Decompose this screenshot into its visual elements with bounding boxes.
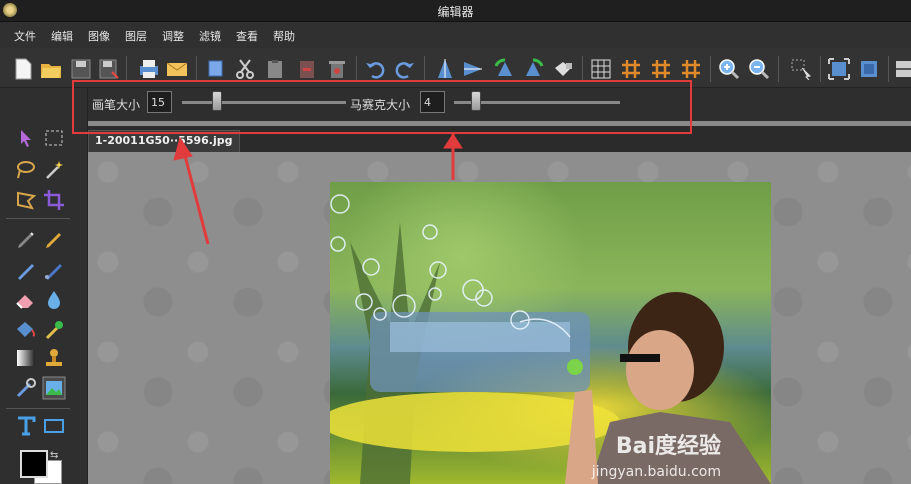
window-title: 编辑器 (437, 5, 474, 19)
title-bar: 编辑器 (0, 0, 911, 22)
annotation-highlight-box (72, 80, 692, 134)
menu-adjust[interactable]: 调整 (162, 28, 184, 44)
redo-icon[interactable] (394, 58, 416, 80)
lasso-icon[interactable] (14, 158, 38, 182)
blur-icon[interactable] (42, 288, 66, 312)
flip-horizontal-icon[interactable] (462, 58, 484, 80)
delete-icon[interactable] (296, 58, 318, 80)
marquee-select-icon[interactable] (42, 126, 66, 150)
hash-icon-3[interactable] (680, 58, 702, 80)
brush-icon[interactable] (14, 258, 38, 282)
stamp-icon[interactable] (42, 346, 66, 370)
gradient-icon[interactable] (14, 346, 38, 370)
select-arrow-icon[interactable] (14, 126, 38, 150)
crop-fit-icon[interactable] (828, 58, 850, 80)
canvas-area[interactable]: Bai度经验 jingyan.baidu.com (88, 152, 911, 484)
watermark-url: jingyan.baidu.com (591, 464, 721, 480)
swap-colors-icon[interactable]: ⇆ (50, 450, 58, 461)
trash-icon[interactable] (326, 58, 348, 80)
copy-icon[interactable] (206, 58, 228, 80)
fill-bucket-icon[interactable] (14, 318, 38, 342)
photo-canvas[interactable]: Bai度经验 jingyan.baidu.com (330, 182, 771, 484)
panel-icon[interactable] (894, 58, 911, 80)
menu-image[interactable]: 图像 (88, 28, 110, 44)
text-icon[interactable] (14, 414, 38, 438)
mosaic-brush-icon[interactable] (14, 376, 38, 400)
crop-full-icon[interactable] (858, 58, 880, 80)
crop-icon[interactable] (42, 188, 66, 212)
image-icon[interactable] (42, 376, 66, 400)
color-picker-icon[interactable] (42, 318, 66, 342)
smudge-icon[interactable] (42, 258, 66, 282)
menu-edit[interactable]: 编辑 (51, 28, 73, 44)
save-as-icon[interactable] (98, 58, 120, 80)
menu-layer[interactable]: 图层 (125, 28, 147, 44)
menu-bar: 文件 编辑 图像 图层 调整 滤镜 查看 帮助 (0, 22, 911, 48)
magic-wand-icon[interactable] (42, 158, 66, 182)
menu-help[interactable]: 帮助 (273, 28, 295, 44)
menu-file[interactable]: 文件 (14, 28, 36, 44)
pointer-icon[interactable] (790, 58, 812, 80)
tool-palette: ⇆ (0, 88, 88, 484)
bucket-icon[interactable] (552, 58, 574, 80)
zoom-out-icon[interactable] (748, 58, 770, 80)
menu-view[interactable]: 查看 (236, 28, 258, 44)
rotate-left-icon[interactable] (494, 58, 516, 80)
menu-filter[interactable]: 滤镜 (199, 28, 221, 44)
pen-icon[interactable] (42, 228, 66, 252)
zoom-in-icon[interactable] (718, 58, 740, 80)
new-file-icon[interactable] (12, 58, 34, 80)
rotate-right-icon[interactable] (522, 58, 544, 80)
eraser-icon[interactable] (14, 288, 38, 312)
undo-icon[interactable] (364, 58, 386, 80)
rectangle-icon[interactable] (42, 414, 66, 438)
print-icon[interactable] (138, 58, 160, 80)
paste-icon[interactable] (264, 58, 286, 80)
hash-icon-2[interactable] (650, 58, 672, 80)
polygon-lasso-icon[interactable] (14, 188, 38, 212)
email-icon[interactable] (166, 58, 188, 80)
watermark-logo: Bai度经验 (615, 434, 721, 459)
open-folder-icon[interactable] (40, 58, 62, 80)
grid-icon[interactable] (590, 58, 612, 80)
save-icon[interactable] (70, 58, 92, 80)
pencil-icon[interactable] (14, 228, 38, 252)
hash-icon-1[interactable] (620, 58, 642, 80)
cut-icon[interactable] (234, 58, 256, 80)
flip-vertical-icon[interactable] (434, 58, 456, 80)
foreground-color-swatch[interactable] (20, 450, 48, 478)
